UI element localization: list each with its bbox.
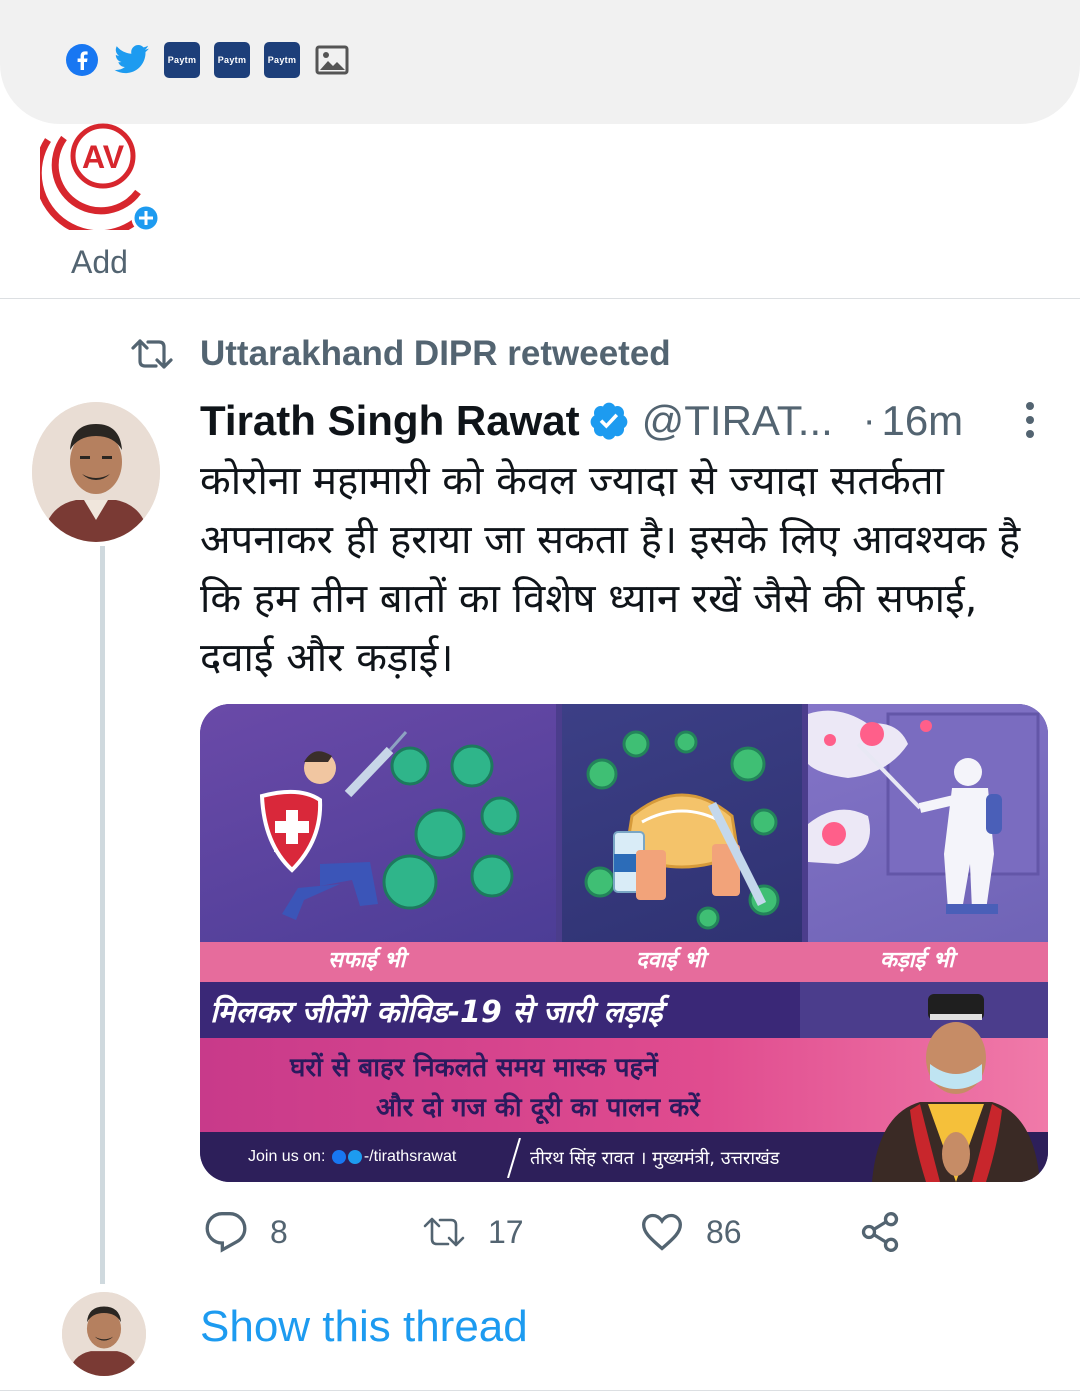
- more-options-icon[interactable]: [1022, 400, 1038, 440]
- reply-button[interactable]: 8: [204, 1210, 288, 1254]
- divider: [0, 298, 1080, 299]
- share-button[interactable]: [858, 1210, 902, 1254]
- tweet-header: Tirath Singh Rawat @TIRAT... · 16m: [200, 394, 1060, 448]
- slash-divider: [507, 1138, 521, 1178]
- media-message-2: और दो गज की दूरी का पालन करें: [376, 1093, 700, 1123]
- media-headline: मिलकर जीतेंगे कोविड-19 से जारी लड़ाई: [210, 995, 663, 1030]
- like-button[interactable]: 86: [640, 1210, 742, 1254]
- retweet-icon: [423, 1217, 465, 1247]
- author-handle[interactable]: @TIRAT...: [642, 397, 833, 445]
- tweet-text: कोरोना महामारी को केवल ज्यादा से ज्यादा …: [200, 458, 1021, 681]
- compose-toolbar: Paytm Paytm Paytm: [0, 0, 1080, 124]
- media-panel-doctor: [200, 704, 556, 944]
- fleet-avatar-text: AV: [82, 139, 125, 175]
- media-panel-sanitize: [808, 704, 1048, 944]
- avatar[interactable]: [32, 402, 160, 542]
- twitter-icon[interactable]: [114, 42, 150, 78]
- compose-icons: Paytm Paytm Paytm: [64, 42, 350, 78]
- media-signature: तीरथ सिंह रावत । मुख्यमंत्री, उत्तराखंड: [530, 1148, 780, 1169]
- facebook-icon[interactable]: [64, 42, 100, 78]
- retweet-header[interactable]: Uttarakhand DIPR retweeted: [130, 334, 671, 374]
- facebook-icon: [331, 1149, 346, 1164]
- heart-icon: [642, 1213, 682, 1251]
- fleet-add-label: Add: [71, 244, 128, 280]
- fleet-avatar[interactable]: AV: [34, 120, 166, 238]
- thread-connector: [100, 546, 105, 1284]
- reply-icon: [205, 1212, 247, 1253]
- media-label-cleanliness: सफाई भी: [328, 948, 406, 973]
- twitter-icon: [347, 1149, 362, 1164]
- media-join-label: Join us on:: [248, 1148, 326, 1165]
- separator-dot: ·: [862, 399, 876, 442]
- fleet-add[interactable]: AV Add: [34, 120, 166, 280]
- paytm-icon[interactable]: Paytm: [164, 42, 200, 78]
- retweet-label: Uttarakhand DIPR retweeted: [200, 334, 671, 373]
- paytm-icon[interactable]: Paytm: [264, 42, 300, 78]
- like-count: 86: [706, 1213, 742, 1250]
- divider: [0, 1390, 1080, 1391]
- retweet-icon: [131, 339, 173, 369]
- reply-count: 8: [270, 1213, 288, 1250]
- media-portrait: [872, 994, 1040, 1182]
- media-join-text: Join us on: -/tirathsrawat: [248, 1148, 456, 1166]
- media-message-1: घरों से बाहर निकलते समय मास्क पहनें: [290, 1053, 658, 1083]
- media-label-strictness: कड़ाई भी: [880, 948, 954, 973]
- retweet-button[interactable]: 17: [422, 1210, 524, 1254]
- verified-badge-icon: [590, 402, 627, 440]
- tweet-timestamp[interactable]: 16m: [881, 397, 963, 445]
- image-icon[interactable]: [314, 42, 350, 78]
- show-thread-link[interactable]: Show this thread: [200, 1302, 528, 1352]
- retweet-count: 17: [488, 1213, 524, 1250]
- tweet-actions: 8 17 86: [200, 1210, 920, 1260]
- media-panel-medicine: [562, 704, 802, 944]
- media-label-medicine: दवाई भी: [636, 948, 706, 973]
- tweet-media-image[interactable]: सफाई भी दवाई भी कड़ाई भी मिलकर जीतेंगे क…: [200, 704, 1048, 1182]
- share-icon: [861, 1212, 899, 1252]
- paytm-icon[interactable]: Paytm: [214, 42, 250, 78]
- media-social-handle: -/tirathsrawat: [363, 1148, 457, 1165]
- author-name[interactable]: Tirath Singh Rawat: [200, 397, 580, 445]
- thread-avatar[interactable]: [62, 1292, 146, 1376]
